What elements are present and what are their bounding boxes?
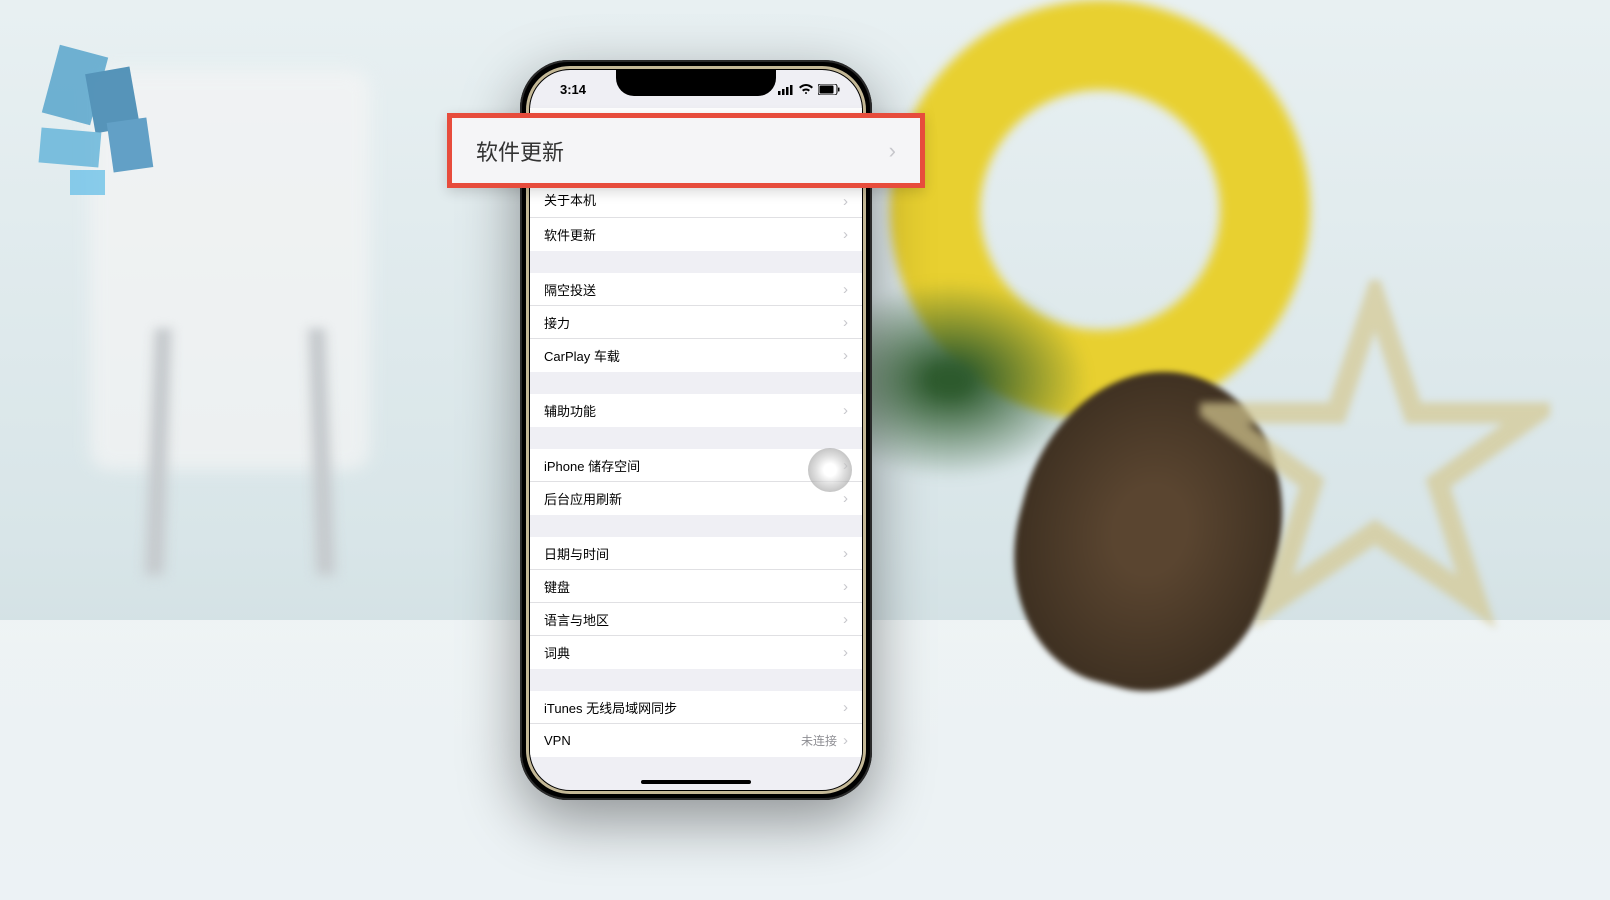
channel-logo-watermark bbox=[20, 30, 200, 210]
storage-label: iPhone 储存空间 bbox=[544, 456, 640, 475]
background-refresh-row[interactable]: 后台应用刷新 › bbox=[530, 482, 862, 515]
settings-group-network: iTunes 无线局域网同步 › VPN 未连接 › bbox=[530, 691, 862, 757]
handoff-row[interactable]: 接力 › bbox=[530, 306, 862, 339]
keyboard-label: 键盘 bbox=[544, 577, 570, 596]
settings-group-locale: 日期与时间 › 键盘 › 语言与地区 › 词典 › bbox=[530, 537, 862, 669]
background-stand bbox=[145, 328, 335, 575]
keyboard-row[interactable]: 键盘 › bbox=[530, 570, 862, 603]
settings-screen: 关于本机 › 软件更新 › 隔空投送 › 接力 › bbox=[530, 108, 862, 790]
chevron-right-icon: › bbox=[843, 733, 848, 748]
handoff-label: 接力 bbox=[544, 313, 570, 332]
settings-group-accessibility: 辅助功能 › bbox=[530, 394, 862, 427]
chevron-right-icon: › bbox=[843, 348, 848, 363]
wifi-icon bbox=[798, 84, 814, 95]
battery-icon bbox=[818, 84, 840, 95]
chevron-right-icon: › bbox=[843, 579, 848, 594]
airdrop-label: 隔空投送 bbox=[544, 280, 596, 299]
accessibility-row[interactable]: 辅助功能 › bbox=[530, 394, 862, 427]
vpn-row[interactable]: VPN 未连接 › bbox=[530, 724, 862, 757]
phone-notch bbox=[616, 70, 776, 96]
chevron-right-icon: › bbox=[843, 645, 848, 660]
dictionary-label: 词典 bbox=[544, 643, 570, 662]
carplay-row[interactable]: CarPlay 车载 › bbox=[530, 339, 862, 372]
dictionary-row[interactable]: 词典 › bbox=[530, 636, 862, 669]
background-refresh-label: 后台应用刷新 bbox=[544, 489, 622, 508]
chevron-right-icon: › bbox=[843, 227, 848, 242]
settings-group-sharing: 隔空投送 › 接力 › CarPlay 车载 › bbox=[530, 273, 862, 372]
language-region-row[interactable]: 语言与地区 › bbox=[530, 603, 862, 636]
cellular-signal-icon bbox=[778, 84, 794, 95]
chevron-right-icon: › bbox=[843, 700, 848, 715]
chevron-right-icon: › bbox=[843, 612, 848, 627]
date-time-row[interactable]: 日期与时间 › bbox=[530, 537, 862, 570]
home-indicator[interactable] bbox=[641, 780, 751, 784]
chevron-right-icon: › bbox=[843, 282, 848, 297]
carplay-label: CarPlay 车载 bbox=[544, 346, 620, 365]
chevron-right-icon: › bbox=[843, 546, 848, 561]
status-time: 3:14 bbox=[552, 82, 586, 97]
vpn-label: VPN bbox=[544, 733, 571, 748]
software-update-label: 软件更新 bbox=[544, 225, 596, 244]
chevron-right-icon: › bbox=[843, 403, 848, 418]
background-star bbox=[1200, 280, 1550, 630]
itunes-sync-label: iTunes 无线局域网同步 bbox=[544, 698, 677, 717]
itunes-sync-row[interactable]: iTunes 无线局域网同步 › bbox=[530, 691, 862, 724]
chevron-right-icon: › bbox=[889, 138, 896, 164]
chevron-right-icon: › bbox=[843, 491, 848, 506]
airdrop-row[interactable]: 隔空投送 › bbox=[530, 273, 862, 306]
callout-highlight-software-update: 软件更新 › bbox=[447, 113, 925, 188]
date-time-label: 日期与时间 bbox=[544, 544, 609, 563]
language-region-label: 语言与地区 bbox=[544, 610, 609, 629]
assistive-touch-button[interactable] bbox=[808, 448, 852, 492]
accessibility-label: 辅助功能 bbox=[544, 401, 596, 420]
callout-label: 软件更新 bbox=[476, 135, 564, 167]
vpn-status-value: 未连接 bbox=[801, 732, 837, 749]
about-label: 关于本机 bbox=[544, 190, 596, 209]
chevron-right-icon: › bbox=[843, 194, 848, 209]
software-update-row[interactable]: 软件更新 › bbox=[530, 218, 862, 251]
status-indicators bbox=[778, 84, 840, 95]
chevron-right-icon: › bbox=[843, 315, 848, 330]
